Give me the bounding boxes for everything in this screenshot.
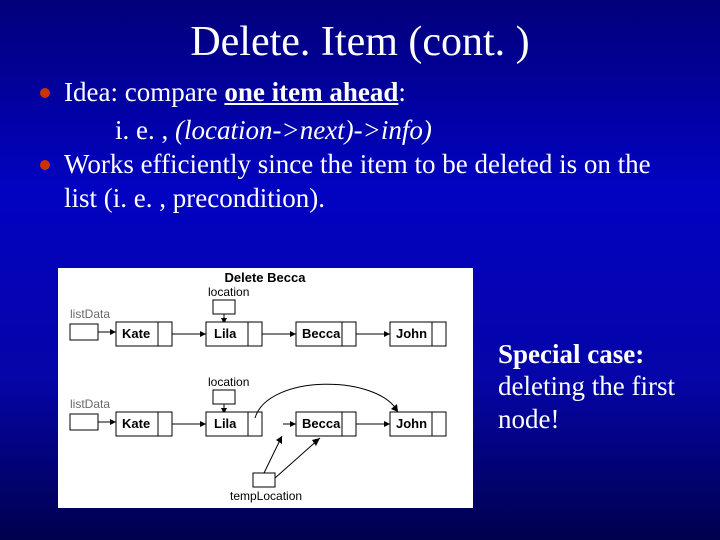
node-john-2: John [396, 416, 427, 431]
linked-list-diagram-svg: Delete Becca listData location Kate [58, 268, 473, 508]
bullet-2: Works efficiently since the item to be d… [40, 148, 680, 216]
node-kate-2: Kate [122, 416, 150, 431]
bullet-dot-icon [40, 160, 50, 170]
row1: Kate Lila Becca John [70, 300, 446, 346]
content-area: Idea: compare one item ahead: i. e. , (l… [0, 66, 720, 216]
bullet-1-text: Idea: compare one item ahead: [64, 76, 680, 110]
bullet-1: Idea: compare one item ahead: [40, 76, 680, 110]
node-lila-1: Lila [214, 326, 237, 341]
bullet-dot-icon [40, 88, 50, 98]
bullet-1-suffix: : [398, 77, 406, 107]
temp-location-label: tempLocation [230, 489, 302, 503]
slide-title: Delete. Item (cont. ) [0, 0, 720, 66]
special-case-rest: deleting the first node! [498, 371, 675, 433]
bullet-2-text: Works efficiently since the item to be d… [64, 148, 680, 216]
diagram-caption: Delete Becca [225, 270, 307, 285]
node-kate-1: Kate [122, 326, 150, 341]
bullet-1-prefix: Idea: compare [64, 77, 224, 107]
special-case-bold: Special case: [498, 339, 644, 369]
location-label-bottom: location [208, 375, 249, 389]
location-label-top: location [208, 285, 249, 299]
indent-italic: (location->next)->info) [175, 115, 432, 145]
node-becca-2: Becca [302, 416, 341, 431]
slide: Delete. Item (cont. ) Idea: compare one … [0, 0, 720, 540]
indent-line: i. e. , (location->next)->info) [40, 114, 680, 146]
diagram-figure: Delete Becca listData location Kate [58, 268, 473, 508]
node-lila-2: Lila [214, 416, 237, 431]
list-data-label-top: listData [70, 307, 110, 321]
bullet-1-bold: one item ahead [224, 77, 398, 107]
list-data-label-bottom: listData [70, 397, 110, 411]
indent-prefix: i. e. , [115, 115, 175, 145]
special-case-note: Special case: deleting the first node! [498, 338, 703, 435]
node-becca-1: Becca [302, 326, 341, 341]
row2: Kate Lila Becca John [70, 384, 446, 503]
node-john-1: John [396, 326, 427, 341]
